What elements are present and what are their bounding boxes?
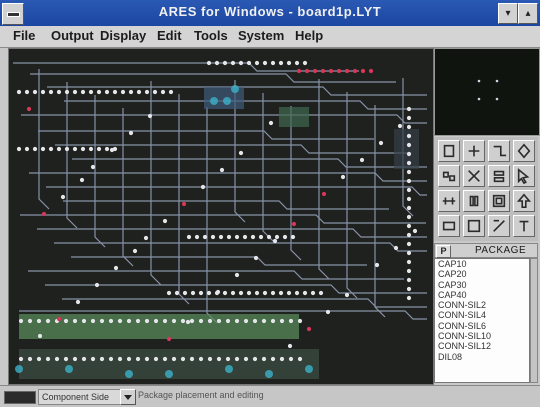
list-item[interactable]: CAP30 <box>435 280 529 290</box>
menu-bar: File Output Display Edit Tools System He… <box>0 26 540 48</box>
title-bar[interactable]: ARES for Windows - board1p.LYT ▾ ▴ <box>0 0 540 26</box>
overview-window[interactable] <box>434 48 540 136</box>
select-arrow-icon[interactable] <box>513 165 535 187</box>
window-title: ARES for Windows - board1p.LYT <box>158 4 382 19</box>
label-icon[interactable] <box>438 215 460 237</box>
box-icon[interactable] <box>463 215 485 237</box>
list-item[interactable]: DIL08 <box>435 352 529 362</box>
list-item[interactable]: CONN-SIL6 <box>435 321 529 331</box>
menu-edit[interactable]: Edit <box>157 28 182 43</box>
system-menu-button[interactable] <box>2 3 24 25</box>
menu-output[interactable]: Output <box>51 28 94 43</box>
pad-icon[interactable] <box>438 165 460 187</box>
layer-color-swatch <box>4 391 36 404</box>
list-item[interactable]: CONN-SIL4 <box>435 310 529 320</box>
maximize-button[interactable]: ▴ <box>518 3 538 24</box>
ratsnest-icon[interactable] <box>463 165 485 187</box>
status-bar: Component Side Package placement and edi… <box>0 385 540 407</box>
package-list-scrollbar[interactable] <box>530 258 538 383</box>
overview-map <box>477 79 499 101</box>
menu-system[interactable]: System <box>238 28 284 43</box>
connectivity-icon[interactable] <box>488 165 510 187</box>
menu-file[interactable]: File <box>13 28 35 43</box>
list-item[interactable]: CONN-SIL10 <box>435 331 529 341</box>
square-pad-icon[interactable] <box>463 190 485 212</box>
list-item[interactable]: CAP10 <box>435 259 529 269</box>
status-message: Package placement and editing <box>138 390 264 400</box>
list-item[interactable]: CONN-SIL2 <box>435 300 529 310</box>
up-arrow-icon[interactable] <box>513 190 535 212</box>
pick-package-button[interactable]: P <box>436 245 451 258</box>
list-item[interactable]: CAP40 <box>435 290 529 300</box>
pcb-layout <box>9 49 433 384</box>
list-item[interactable]: CONN-SIL12 <box>435 341 529 351</box>
tool-palette <box>434 137 538 241</box>
track-icon[interactable] <box>488 140 510 162</box>
menu-help[interactable]: Help <box>295 28 323 43</box>
app-window: ARES for Windows - board1p.LYT ▾ ▴ File … <box>0 0 540 407</box>
text-icon[interactable] <box>513 215 535 237</box>
graphics-icon[interactable] <box>488 215 510 237</box>
list-item[interactable]: CAP20 <box>435 269 529 279</box>
package-panel-title: PACKAGE <box>475 245 527 256</box>
menu-display[interactable]: Display <box>100 28 146 43</box>
package-list[interactable]: CAP10 CAP20 CAP30 CAP40 CONN-SIL2 CONN-S… <box>434 258 530 383</box>
pcb-board-canvas[interactable] <box>8 48 434 385</box>
menu-tools[interactable]: Tools <box>194 28 228 43</box>
dimension-icon[interactable] <box>438 190 460 212</box>
layer-selector[interactable]: Component Side <box>38 389 123 405</box>
zone-icon[interactable] <box>488 190 510 212</box>
minimize-button[interactable]: ▾ <box>498 3 518 24</box>
via-icon[interactable] <box>513 140 535 162</box>
layer-dropdown-button[interactable] <box>120 389 136 405</box>
component-icon[interactable] <box>463 140 485 162</box>
package-selector-header: P PACKAGE <box>434 243 538 258</box>
place-component-icon[interactable] <box>438 140 460 162</box>
